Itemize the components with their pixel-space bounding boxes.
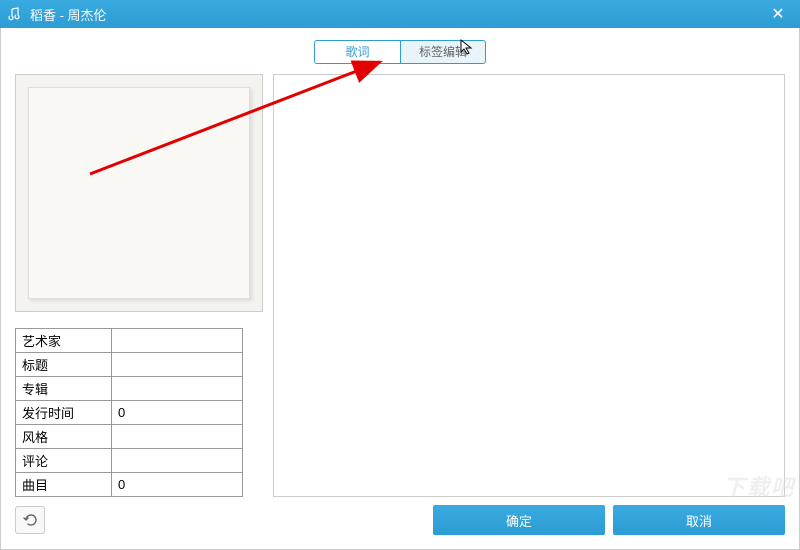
table-row: 风格 [16,425,243,449]
table-row: 标题 [16,353,243,377]
undo-icon [22,512,38,528]
meta-title-label: 标题 [16,353,112,377]
tab-lyrics[interactable]: 歌词 [314,40,400,64]
table-row: 曲目 0 [16,473,243,497]
ok-button[interactable]: 确定 [433,505,605,535]
cancel-button[interactable]: 取消 [613,505,785,535]
meta-comment-value [112,449,243,473]
meta-album-label: 专辑 [16,377,112,401]
meta-title-value [112,353,243,377]
window-body: 歌词 标签编辑 艺术家 标题 专辑 [0,28,800,550]
lyrics-panel[interactable] [273,74,785,497]
metadata-table: 艺术家 标题 专辑 发行时间 0 风格 [15,328,243,497]
album-cover [28,87,250,299]
meta-track-value: 0 [112,473,243,497]
meta-comment-label: 评论 [16,449,112,473]
tab-tag-edit[interactable]: 标签编辑 [400,40,486,64]
table-row: 发行时间 0 [16,401,243,425]
meta-genre-value [112,425,243,449]
footer: 确定 取消 [7,497,793,543]
left-panel: 艺术家 标题 专辑 发行时间 0 风格 [15,74,263,497]
album-cover-frame [15,74,263,312]
table-row: 艺术家 [16,329,243,353]
window-title: 稻香 - 周杰伦 [30,5,764,24]
meta-release-label: 发行时间 [16,401,112,425]
meta-artist-label: 艺术家 [16,329,112,353]
meta-album-value [112,377,243,401]
close-button[interactable]: ✕ [764,4,792,24]
meta-release-value: 0 [112,401,243,425]
meta-genre-label: 风格 [16,425,112,449]
meta-track-label: 曲目 [16,473,112,497]
titlebar: 稻香 - 周杰伦 ✕ [0,0,800,28]
meta-artist-value [112,329,243,353]
music-note-icon [8,6,24,22]
table-row: 评论 [16,449,243,473]
tabs: 歌词 标签编辑 [7,40,793,64]
undo-button[interactable] [15,506,45,534]
content: 艺术家 标题 专辑 发行时间 0 风格 [7,74,793,497]
table-row: 专辑 [16,377,243,401]
